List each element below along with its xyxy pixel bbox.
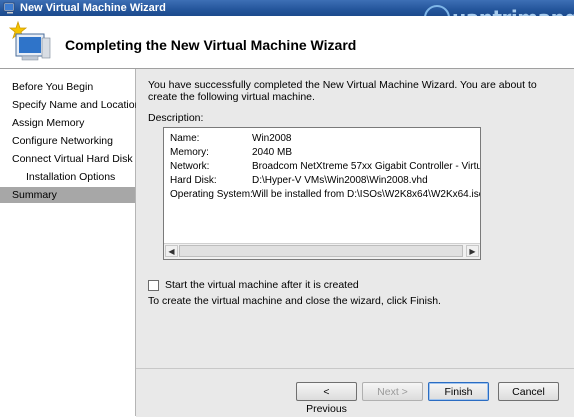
cancel-button[interactable]: Cancel [498, 382, 559, 401]
nav-step-connect-virtual-hard-disk[interactable]: Connect Virtual Hard Disk [0, 151, 135, 167]
wizard-steps-nav: Before You Begin Specify Name and Locati… [0, 69, 140, 416]
finish-instruction-text: To create the virtual machine and close … [148, 295, 441, 307]
description-value: D:\Hyper-V VMs\Win2008\Win2008.vhd [252, 175, 428, 186]
wizard-header: Completing the New Virtual Machine Wizar… [0, 16, 574, 69]
previous-button[interactable]: < Previous [296, 382, 357, 415]
description-key: Network: [170, 161, 210, 172]
new-vm-wizard-icon [8, 20, 51, 61]
description-box[interactable]: Name: Win2008 Memory: 2040 MB Network: B… [163, 127, 481, 260]
intro-text: You have successfully completed the New … [148, 79, 537, 103]
nav-step-installation-options[interactable]: Installation Options [0, 169, 135, 185]
description-value: Win2008 [252, 133, 292, 144]
scrollbar-thumb[interactable] [179, 245, 463, 257]
scroll-right-icon[interactable]: ▶ [466, 245, 479, 257]
nav-step-before-you-begin[interactable]: Before You Begin [0, 79, 135, 95]
scroll-left-icon[interactable]: ◀ [165, 245, 178, 257]
nav-step-summary[interactable]: Summary [0, 187, 135, 203]
wizard-content: You have successfully completed the New … [136, 69, 574, 417]
description-value: Will be installed from D:\ISOs\W2K8x64\W… [252, 189, 481, 200]
description-value: Broadcom NetXtreme 57xx Gigabit Controll… [252, 161, 480, 172]
start-vm-checkbox[interactable] [148, 279, 159, 291]
description-key: Hard Disk: [170, 175, 217, 186]
wizard-button-bar: < Previous Next > Finish Cancel [136, 368, 574, 417]
wizard-window-icon [3, 2, 15, 14]
start-vm-checkbox-label[interactable]: Start the virtual machine after it is cr… [165, 279, 359, 291]
start-vm-option[interactable]: Start the virtual machine after it is cr… [148, 278, 359, 292]
window-title: New Virtual Machine Wizard [20, 2, 166, 14]
horizontal-scrollbar[interactable]: ◀ ▶ [164, 243, 480, 259]
description-label: Description: [148, 112, 204, 124]
nav-step-configure-networking[interactable]: Configure Networking [0, 133, 135, 149]
description-value: 2040 MB [252, 147, 293, 158]
description-key: Operating System: [170, 189, 253, 200]
finish-button[interactable]: Finish [428, 382, 489, 401]
nav-step-specify-name-location[interactable]: Specify Name and Location [0, 97, 140, 113]
description-key: Memory: [170, 147, 209, 158]
nav-step-assign-memory[interactable]: Assign Memory [0, 115, 135, 131]
next-button[interactable]: Next > [362, 382, 423, 401]
page-title: Completing the New Virtual Machine Wizar… [65, 37, 357, 53]
description-key: Name: [170, 133, 200, 144]
